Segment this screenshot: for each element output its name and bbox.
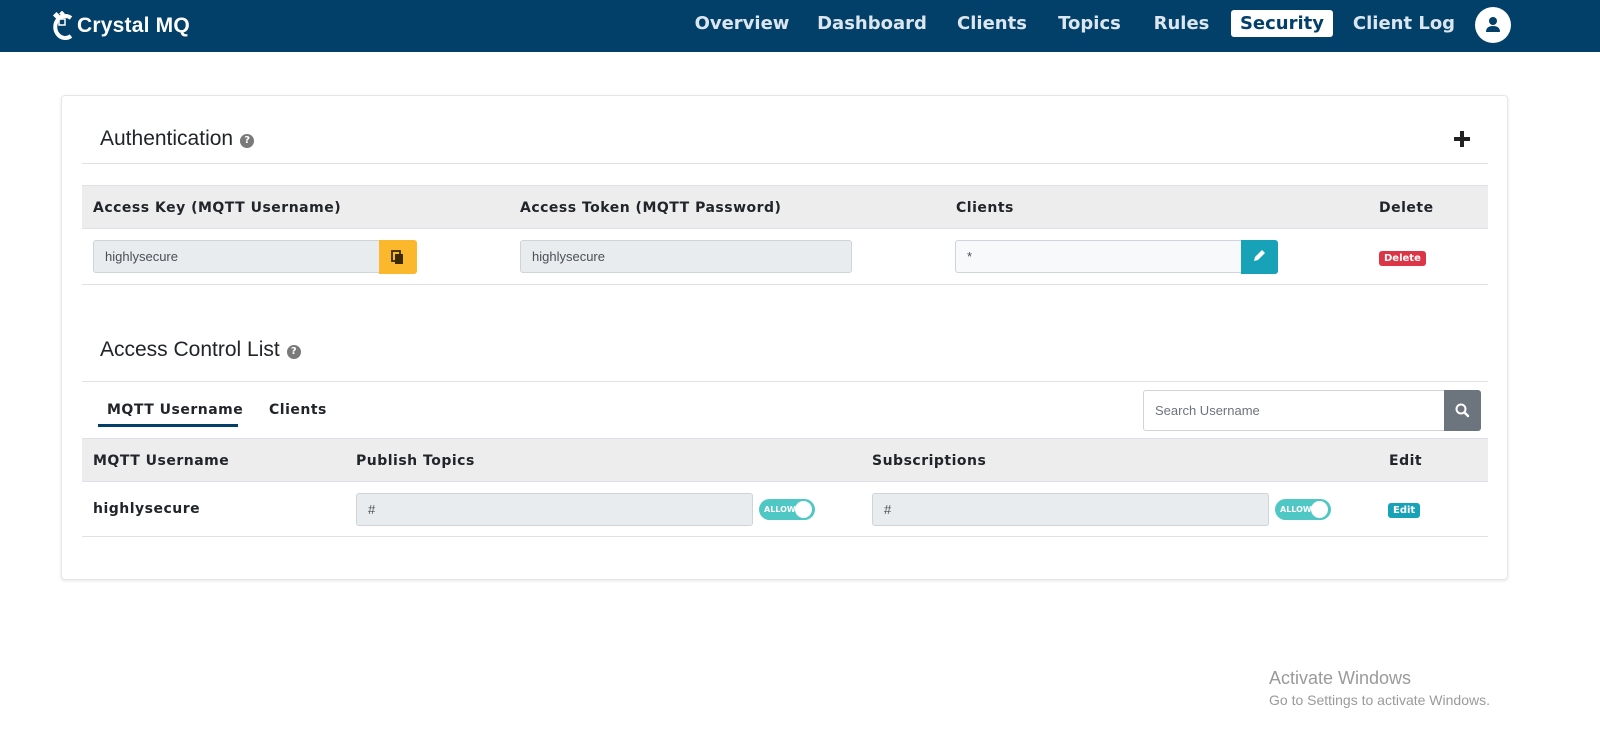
authentication-title-wrap: Authentication ?: [100, 127, 255, 151]
col-subscriptions: Subscriptions: [872, 453, 987, 469]
toggle-knob: [1311, 501, 1328, 518]
divider: [82, 284, 1488, 285]
access-token-field[interactable]: highlysecure: [520, 240, 852, 273]
col-edit: Edit: [1389, 453, 1423, 469]
user-avatar-button[interactable]: [1475, 7, 1511, 43]
help-icon[interactable]: ?: [240, 134, 255, 148]
col-publish-topics: Publish Topics: [356, 453, 475, 469]
nav-dashboard[interactable]: Dashboard: [814, 10, 930, 37]
security-card: Authentication ? Access Key (MQTT Userna…: [61, 95, 1508, 580]
copy-icon: [391, 250, 403, 264]
top-navbar: Crystal MQ Overview Dashboard Clients To…: [0, 0, 1600, 52]
col-access-key: Access Key (MQTT Username): [93, 200, 342, 216]
toggle-knob: [795, 501, 812, 518]
col-delete: Delete: [1379, 200, 1434, 216]
add-access-key-plus-icon[interactable]: [1453, 130, 1471, 148]
col-mqtt-username: MQTT Username: [93, 453, 230, 469]
edit-clients-button[interactable]: [1241, 240, 1278, 274]
help-icon[interactable]: ?: [286, 345, 301, 359]
publish-allow-toggle[interactable]: ALLOW: [759, 499, 815, 520]
divider: [82, 163, 1488, 164]
brand-name: Crystal MQ: [77, 14, 190, 37]
col-access-token: Access Token (MQTT Password): [520, 200, 782, 216]
subscription-allow-toggle[interactable]: ALLOW: [1275, 499, 1331, 520]
acl-title-wrap: Access Control List ?: [100, 338, 301, 362]
divider: [82, 381, 1488, 382]
user-icon: [1486, 17, 1500, 32]
edit-badge-button[interactable]: Edit: [1388, 503, 1421, 518]
active-tab-indicator: [98, 424, 238, 427]
delete-badge-button[interactable]: Delete: [1379, 251, 1426, 266]
clients-field[interactable]: *: [955, 240, 1244, 273]
tab-mqtt-username[interactable]: MQTT Username: [107, 402, 243, 418]
windows-activation-watermark: Activate Windows Go to Settings to activ…: [1269, 668, 1490, 708]
nav-clients[interactable]: Clients: [951, 10, 1033, 37]
pencil-icon: [1254, 250, 1265, 261]
authentication-title: Authentication: [100, 127, 234, 150]
divider: [82, 536, 1488, 537]
auth-table-header: Access Key (MQTT Username) Access Token …: [82, 185, 1488, 229]
col-clients: Clients: [956, 200, 1014, 216]
toggle-label: ALLOW: [764, 505, 796, 514]
subscription-field[interactable]: #: [872, 493, 1269, 526]
nav-client-log[interactable]: Client Log: [1348, 10, 1460, 37]
acl-table-header: MQTT Username Publish Topics Subscriptio…: [82, 438, 1488, 482]
nav-rules[interactable]: Rules: [1148, 10, 1215, 37]
search-button[interactable]: [1444, 390, 1481, 431]
brand[interactable]: Crystal MQ: [52, 6, 190, 46]
search-icon: [1455, 403, 1470, 418]
toggle-label: ALLOW: [1280, 505, 1312, 514]
search-username-input[interactable]: Search Username: [1143, 390, 1446, 431]
tab-clients[interactable]: Clients: [269, 402, 327, 418]
acl-title: Access Control List: [100, 338, 280, 361]
publish-topic-field[interactable]: #: [356, 493, 753, 526]
nav-security[interactable]: Security: [1231, 10, 1333, 37]
acl-username-cell: highlysecure: [93, 501, 201, 517]
crystal-logo-icon: [52, 10, 76, 41]
nav-topics[interactable]: Topics: [1052, 10, 1127, 37]
nav-overview[interactable]: Overview: [690, 10, 794, 37]
watermark-line2: Go to Settings to activate Windows.: [1269, 692, 1490, 708]
access-key-field[interactable]: highlysecure: [93, 240, 381, 273]
watermark-line1: Activate Windows: [1269, 668, 1412, 688]
copy-button[interactable]: [379, 240, 417, 274]
